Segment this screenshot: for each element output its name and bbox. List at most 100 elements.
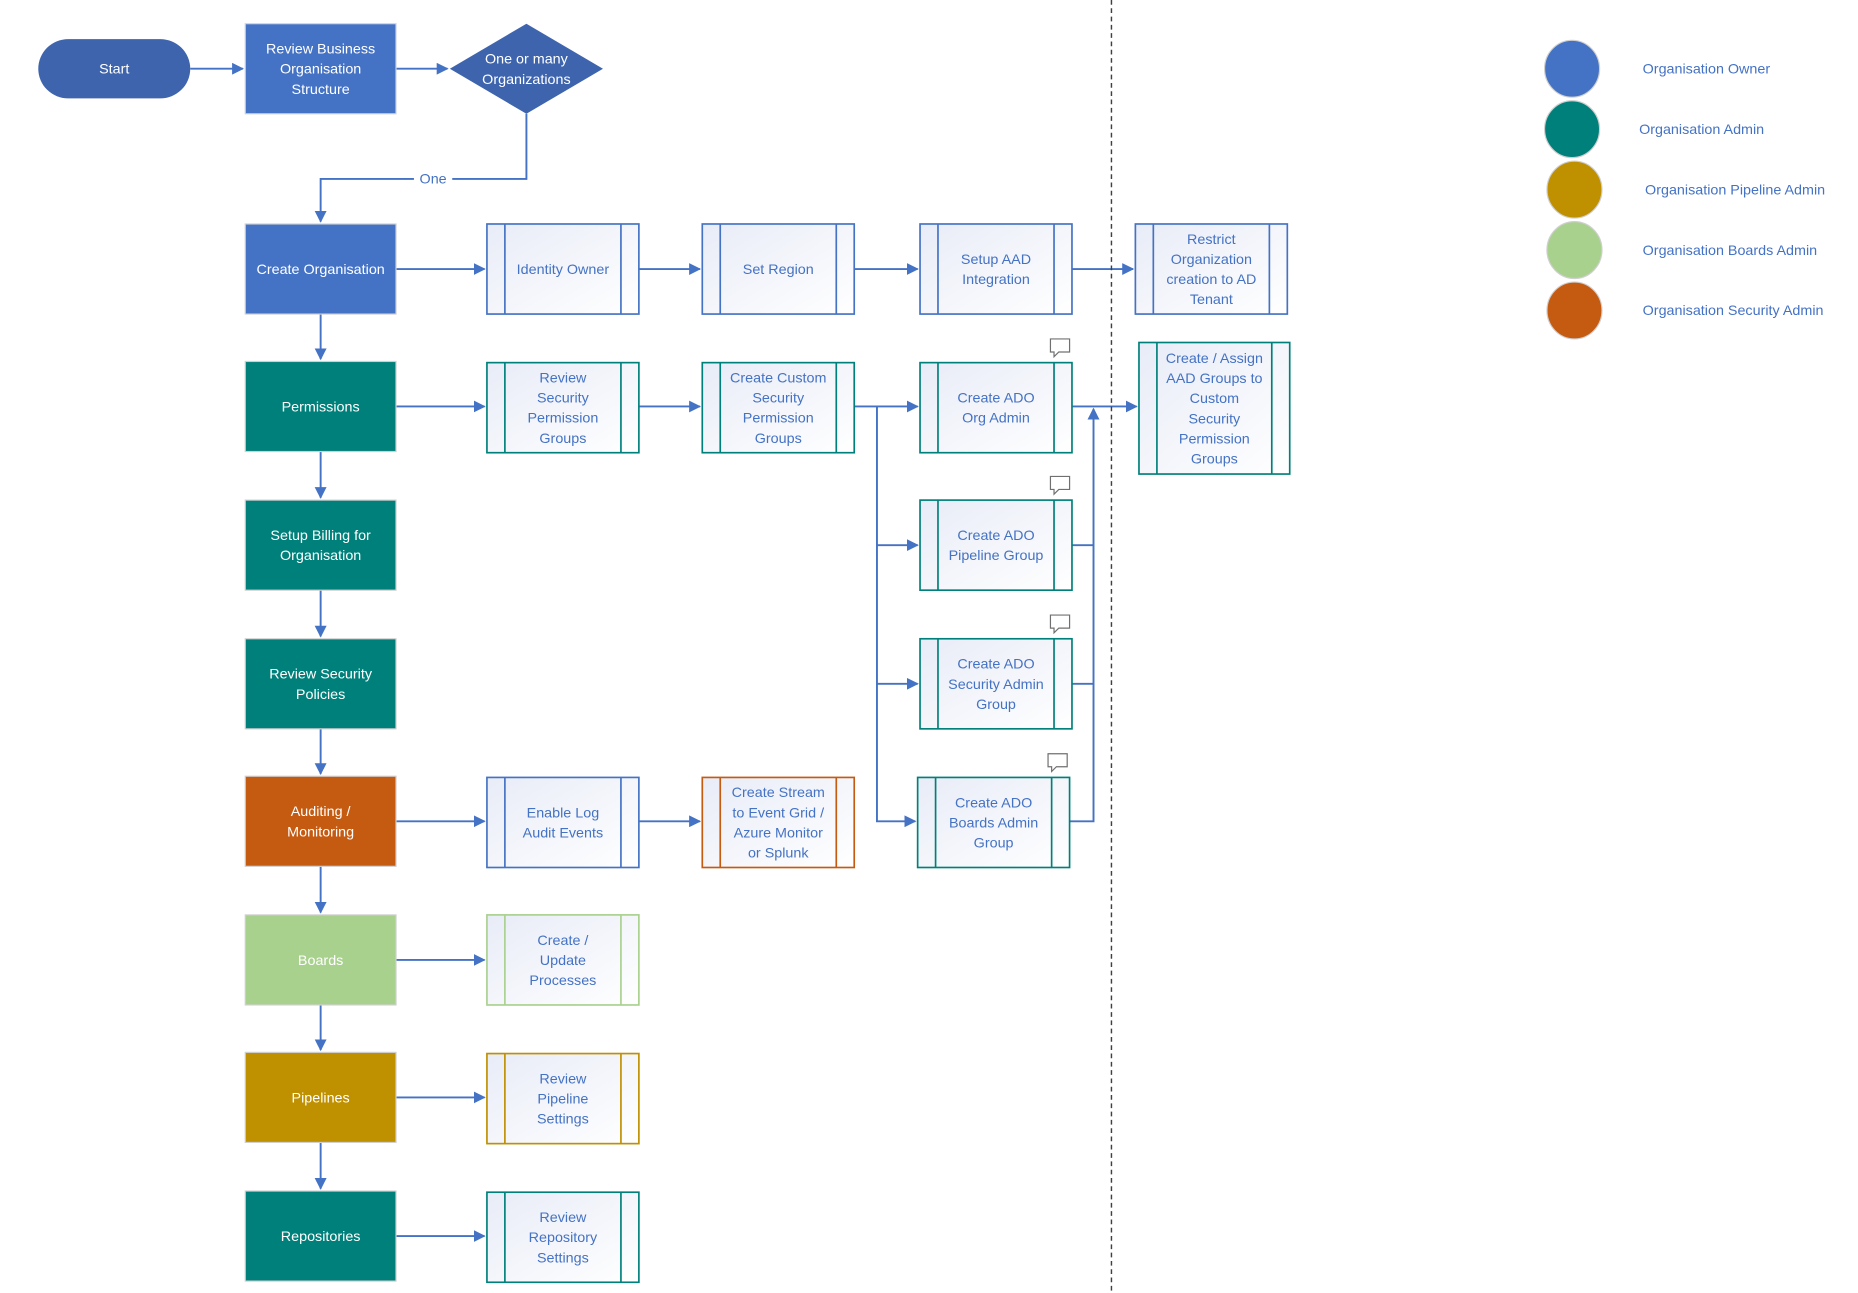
legend-item-security: Organisation Security Admin [1546,281,1824,340]
create-assign-aad-groups-label-line: AAD Groups to [1166,371,1262,387]
create-update-processes-label-line: Create / [537,933,588,949]
subprocess-create-ado-boards-admin-group[interactable]: Create ADO Boards Admin Group [916,776,1071,869]
review-security-permission-groups-label-line: Permission [527,411,598,427]
create-ado-boards-admin-group-label-line: Create ADO [955,795,1032,811]
review-pipeline-settings-label: Review Pipeline Settings [537,1071,589,1127]
comment-icon[interactable] [1049,475,1071,496]
one-or-many-decision[interactable]: One or many Organizations [449,23,603,114]
review-repository-settings-label-line: Settings [537,1250,589,1266]
subprocess-create-ado-security-admin-group[interactable]: Create ADO Security Admin Group [919,637,1073,730]
legend-label: Organisation Admin [1639,122,1764,138]
create-custom-security-permission-groups-label-line: Create Custom [730,370,826,386]
legend-label: Organisation Pipeline Admin [1645,182,1825,198]
subprocess-create-custom-security-permission-groups[interactable]: Create Custom Security Permission Groups [701,361,856,454]
comment-icon[interactable] [1047,753,1068,773]
start-label-line: Start [99,62,129,78]
repositories-label: Repositories [281,1229,361,1245]
flowchart: Start Review Business Organisation Structur… [38,0,1825,1293]
legend-label: Organisation Boards Admin [1643,243,1817,259]
legend-item-admin: Organisation Admin [1543,100,1764,159]
review-repository-settings-label-line: Repository [529,1230,598,1246]
restrict-org-creation-label-line: Restrict [1187,232,1236,248]
review-security-permission-groups-label-line: Groups [539,431,586,447]
boards-label: Boards [298,953,343,969]
identity-owner-label-line: Identity Owner [517,262,610,278]
create-custom-security-permission-groups-label-line: Security [752,391,805,407]
review-business-label-line: Structure [292,82,350,98]
main-step-review-security-policies[interactable]: Review Security Policies [244,638,397,730]
create-organisation-label: Create Organisation [256,262,384,278]
pipelines-label-line: Pipelines [292,1090,350,1106]
subprocess-create-ado-org-admin[interactable]: Create ADO Org Admin [919,361,1073,454]
main-step-repositories[interactable]: Repositories [244,1190,397,1282]
legend-label: Organisation Owner [1643,62,1771,78]
subprocess-identity-owner[interactable]: Identity Owner [486,223,640,315]
decision-label-line: One or many [485,52,569,68]
restrict-org-creation-label-line: creation to AD [1166,272,1256,288]
decision-one-connector [314,178,414,223]
review-security-permission-groups-label-line: Review [539,370,587,386]
create-stream-label-line: to Event Grid / [732,805,824,821]
subprocess-create-update-processes[interactable]: Create / Update Processes [486,914,640,1006]
main-step-setup-billing[interactable]: Setup Billing for Organisation [244,499,397,591]
main-step-create-organisation[interactable]: Create Organisation [244,223,397,315]
subprocess-create-stream[interactable]: Create Stream to Event Grid / Azure Monito… [701,776,856,869]
subprocess-restrict-org-creation[interactable]: Restrict Organization creation to AD Tenant [1134,223,1289,315]
review-security-permission-groups-label-line: Security [537,391,590,407]
review-repository-settings-label-line: Review [539,1210,587,1226]
create-ado-boards-admin-group-label-line: Group [974,836,1014,852]
subprocess-review-pipeline-settings[interactable]: Review Pipeline Settings [486,1052,640,1145]
legend-label: Organisation Security Admin [1643,303,1824,319]
decision-branch-connector [452,113,528,180]
review-business-structure-step[interactable]: Review Business Organisation Structure [244,23,397,115]
create-assign-aad-groups-label-line: Create / Assign [1166,351,1263,367]
enable-log-audit-events-label-line: Enable Log [527,805,600,821]
subprocess-create-ado-pipeline-group[interactable]: Create ADO Pipeline Group [919,499,1073,592]
auditing-monitoring-label-line: Monitoring [287,824,354,840]
subprocess-enable-log-audit-events[interactable]: Enable Log Audit Events [486,776,640,869]
create-assign-aad-groups-label-line: Custom [1190,391,1239,407]
subprocess-review-security-permission-groups[interactable]: Review Security Permission Groups [486,361,640,454]
create-ado-org-admin-label-line: Org Admin [962,411,1030,427]
create-stream-label-line: or Splunk [748,846,809,862]
create-update-processes-label-line: Processes [529,973,596,989]
set-region-label: Set Region [743,262,814,278]
subprocess-setup-aad-integration[interactable]: Setup AAD Integration [919,223,1073,315]
legend-item-pipeline: Organisation Pipeline Admin [1546,160,1825,219]
restrict-org-creation-label-line: Organization [1171,252,1252,268]
create-custom-security-permission-groups-label-line: Groups [755,431,802,447]
repositories-label-line: Repositories [281,1229,361,1245]
create-ado-boards-admin-group-label-line: Boards Admin [949,815,1038,831]
create-custom-security-permission-groups-label-line: Permission [743,411,814,427]
subprocess-create-assign-aad-groups[interactable]: Create / Assign AAD Groups to Custom Securi… [1138,341,1291,475]
create-ado-pipeline-group-label-line: Pipeline Group [949,548,1044,564]
comment-icon[interactable] [1049,614,1071,635]
legend-item-boards: Organisation Boards Admin [1546,221,1817,280]
create-assign-aad-groups-label-line: Groups [1191,452,1238,468]
legend-swatch [1546,221,1603,280]
legend-swatch [1543,100,1601,159]
main-step-auditing-monitoring[interactable]: Auditing / Monitoring [244,775,397,867]
create-update-processes-label-line: Update [540,953,586,969]
main-step-permissions[interactable]: Permissions [244,360,397,453]
main-step-boards[interactable]: Boards [244,914,397,1006]
merge-trunk [1069,407,1100,823]
auditing-monitoring-label-line: Auditing / [291,804,351,820]
subprocess-review-repository-settings[interactable]: Review Repository Settings [486,1191,640,1284]
main-step-pipelines[interactable]: Pipelines [244,1051,397,1144]
decision-label-line: Organizations [482,72,570,88]
setup-billing-label-line: Organisation [280,548,361,564]
legend-item-owner: Organisation Owner [1543,39,1771,98]
comment-icon[interactable] [1049,338,1071,359]
create-assign-aad-groups-label-line: Security [1188,411,1241,427]
review-business-label-line: Review Business [266,42,375,58]
pipelines-label: Pipelines [292,1090,350,1106]
review-pipeline-settings-label-line: Settings [537,1112,589,1128]
create-ado-pipeline-group-label-line: Create ADO [957,528,1034,544]
diagram-canvas: Start Review Business Organisation Structur… [0,0,1858,1293]
start-terminator[interactable]: Start [38,39,191,99]
permissions-label: Permissions [282,400,360,416]
legend-swatch [1543,39,1601,98]
start-label: Start [99,62,129,78]
subprocess-set-region[interactable]: Set Region [701,223,856,315]
